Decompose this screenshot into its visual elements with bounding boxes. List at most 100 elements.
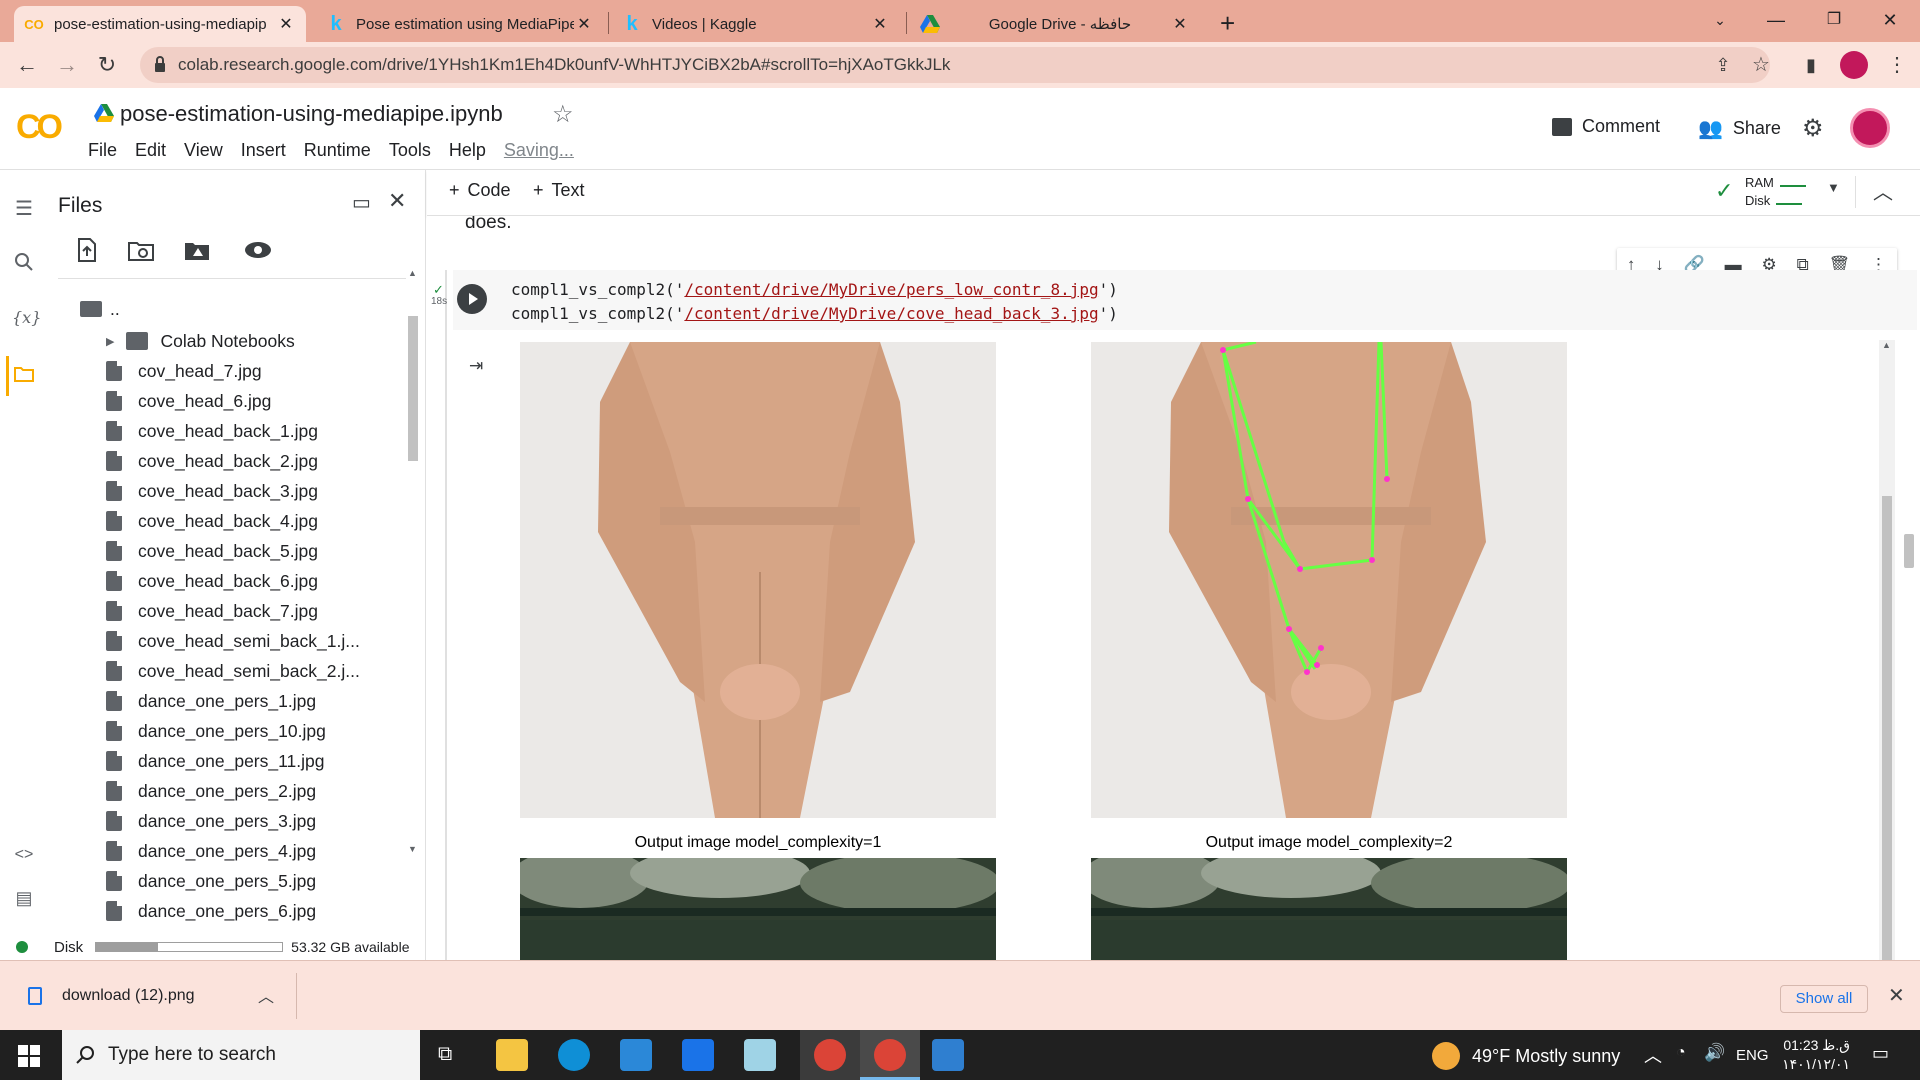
share-page-icon[interactable]: ⇪ — [1708, 50, 1738, 80]
open-in-tab-icon[interactable]: ▭ — [352, 190, 371, 215]
saving-status[interactable]: Saving... — [504, 140, 574, 161]
account-avatar[interactable] — [1850, 108, 1890, 148]
settings-gear-icon[interactable]: ⚙ — [1802, 114, 1824, 143]
show-all-button[interactable]: Show all — [1780, 985, 1868, 1013]
wifi-icon[interactable]: ◔ — [1676, 1044, 1686, 1062]
scrollbar-thumb[interactable] — [1882, 496, 1892, 960]
scroll-up-arrow-icon[interactable]: ▲ — [1882, 340, 1891, 350]
file-item[interactable]: cove_head_back_1.jpg — [106, 416, 318, 446]
file-explorer-icon[interactable] — [496, 1039, 528, 1071]
menu-edit[interactable]: Edit — [135, 140, 166, 161]
file-item[interactable]: dance_one_pers_2.jpg — [106, 776, 316, 806]
edge-icon[interactable] — [558, 1039, 590, 1071]
notebook-title[interactable]: pose-estimation-using-mediapipe.ipynb — [120, 101, 503, 127]
comment-button[interactable]: Comment — [1552, 116, 1660, 137]
star-icon[interactable]: ☆ — [552, 100, 574, 129]
side-panel-icon[interactable]: ▮ — [1796, 50, 1826, 80]
close-tab-icon[interactable]: ✕ — [276, 14, 296, 34]
files-scrollbar[interactable]: ▲ ▼ — [406, 268, 420, 854]
folder-icon[interactable] — [12, 366, 36, 390]
tab-google-drive[interactable]: Google Drive - حافظه ✕ — [910, 6, 1200, 42]
download-filename[interactable]: download (12).png — [62, 987, 195, 1005]
reload-icon[interactable]: ↻ — [92, 50, 122, 80]
folder-colab-notebooks[interactable]: ▶ Colab Notebooks — [106, 326, 295, 356]
add-code-button[interactable]: + Code — [449, 180, 511, 201]
scroll-down-arrow-icon[interactable]: ▼ — [408, 844, 417, 854]
new-tab-icon[interactable]: + — [1220, 8, 1235, 39]
scrollbar-thumb[interactable] — [408, 316, 418, 461]
store-icon[interactable] — [620, 1039, 652, 1071]
tab-kaggle-pose[interactable]: k Pose estimation using MediaPipe ✕ — [316, 6, 604, 42]
page-scrollbar-thumb[interactable] — [1904, 534, 1914, 568]
windows-start-icon[interactable] — [18, 1045, 40, 1072]
task-view-icon[interactable]: ⧉ — [438, 1043, 452, 1066]
file-item[interactable]: dance_one_pers_4.jpg — [106, 836, 316, 866]
variables-icon[interactable]: {x} — [12, 308, 41, 332]
file-item[interactable]: cove_head_semi_back_1.j... — [106, 626, 360, 656]
file-item[interactable]: cove_head_back_7.jpg — [106, 596, 318, 626]
menu-view[interactable]: View — [184, 140, 223, 161]
add-text-button[interactable]: + Text — [533, 180, 585, 201]
tray-chevron-icon[interactable]: ︿ — [1644, 1042, 1662, 1068]
file-item[interactable]: dance_one_pers_3.jpg — [106, 806, 316, 836]
code-editor[interactable]: compl1_vs_compl2('/content/drive/MyDrive… — [453, 270, 1917, 330]
file-item[interactable]: cove_head_back_6.jpg — [106, 566, 318, 596]
address-bar[interactable]: colab.research.google.com/drive/1YHsh1Km… — [140, 47, 1770, 83]
close-tab-icon[interactable]: ✕ — [870, 14, 890, 34]
code-snippets-icon[interactable]: <> — [12, 846, 36, 870]
close-tab-icon[interactable]: ✕ — [1170, 14, 1190, 34]
file-item[interactable]: dance_one_pers_10.jpg — [106, 716, 326, 746]
show-hidden-files-icon[interactable] — [244, 240, 272, 265]
ram-disk-indicator[interactable]: RAM Disk — [1745, 174, 1806, 210]
command-palette-icon[interactable]: ▤ — [12, 888, 36, 912]
restore-icon[interactable]: ❐ — [1814, 6, 1854, 34]
download-options-chevron-icon[interactable]: ︿ — [258, 983, 274, 1007]
language-indicator[interactable]: ENG — [1736, 1047, 1769, 1064]
tab-kaggle-videos[interactable]: k Videos | Kaggle ✕ — [612, 6, 900, 42]
output-scrollbar[interactable]: ▲ — [1879, 340, 1895, 960]
close-panel-icon[interactable]: ✕ — [388, 188, 406, 214]
minimize-icon[interactable]: — — [1756, 6, 1796, 34]
taskbar-search[interactable]: Type here to search — [62, 1030, 420, 1080]
menu-help[interactable]: Help — [449, 140, 486, 161]
output-actions-icon[interactable]: ⇥ — [469, 356, 483, 376]
browser-menu-icon[interactable]: ⋮ — [1882, 50, 1912, 80]
chrome-icon[interactable] — [814, 1039, 846, 1071]
runtime-dropdown-icon[interactable]: ▼ — [1827, 180, 1840, 195]
colab-logo[interactable]: CO — [16, 108, 63, 147]
menu-insert[interactable]: Insert — [241, 140, 286, 161]
mount-drive-icon[interactable] — [184, 240, 212, 267]
file-item[interactable]: cove_head_back_4.jpg — [106, 506, 318, 536]
scroll-up-arrow-icon[interactable]: ▲ — [408, 268, 417, 278]
menu-tools[interactable]: Tools — [389, 140, 431, 161]
collapse-chevron-icon[interactable]: ︿ — [1873, 176, 1893, 205]
file-item[interactable]: dance_one_pers_11.jpg — [106, 746, 325, 776]
photos-icon[interactable] — [932, 1039, 964, 1071]
file-item[interactable]: cove_head_back_3.jpg — [106, 476, 318, 506]
notes-app-icon[interactable] — [744, 1039, 776, 1071]
search-icon[interactable] — [12, 252, 36, 276]
share-button[interactable]: 👥 Share — [1698, 116, 1781, 141]
close-download-bar-icon[interactable]: ✕ — [1888, 983, 1905, 1008]
run-cell-button[interactable] — [457, 284, 487, 314]
parent-directory[interactable]: .. — [80, 294, 120, 324]
file-item[interactable]: dance_one_pers_1.jpg — [106, 686, 316, 716]
tab-colab[interactable]: CO pose-estimation-using-mediapip ✕ — [14, 6, 306, 42]
forward-icon[interactable]: → — [52, 50, 82, 80]
volume-icon[interactable]: 🔊 — [1704, 1043, 1725, 1063]
file-item[interactable]: cov_head_7.jpg — [106, 356, 262, 386]
upload-icon[interactable] — [76, 238, 100, 262]
file-item[interactable]: dance_one_pers_6.jpg — [106, 896, 316, 926]
tab-search-chevron-icon[interactable]: ⌄ — [1700, 6, 1740, 34]
close-window-icon[interactable]: ✕ — [1870, 6, 1910, 34]
file-item[interactable]: cove_head_back_2.jpg — [106, 446, 318, 476]
file-item[interactable]: cove_head_6.jpg — [106, 386, 271, 416]
file-item[interactable]: cove_head_semi_back_2.j... — [106, 656, 360, 686]
mail-icon[interactable] — [682, 1039, 714, 1071]
file-item[interactable]: dance_one_pers_5.jpg — [106, 866, 316, 896]
table-of-contents-icon[interactable]: ☰ — [12, 196, 36, 220]
weather-text[interactable]: 49°F Mostly sunny — [1472, 1046, 1620, 1067]
refresh-folder-icon[interactable] — [128, 240, 156, 267]
notifications-icon[interactable]: ▭ — [1872, 1043, 1889, 1064]
bookmark-star-icon[interactable]: ☆ — [1746, 50, 1776, 80]
